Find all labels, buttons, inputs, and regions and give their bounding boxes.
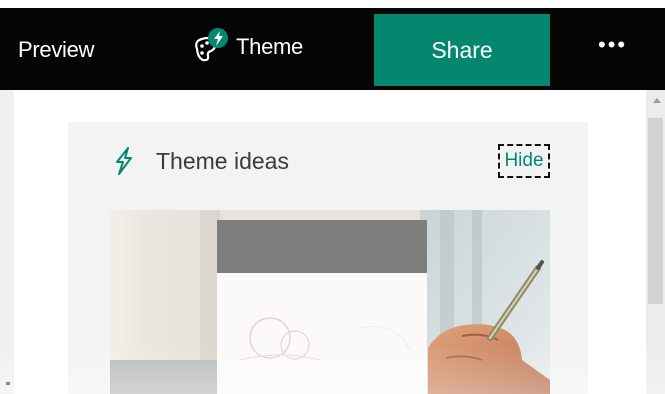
palette-icon	[192, 27, 230, 67]
lightning-bolt-icon	[112, 146, 136, 181]
scrollbar-thumb[interactable]	[648, 118, 663, 304]
hide-theme-ideas-link[interactable]: Hide	[498, 144, 550, 178]
theme-idea-thumbnail[interactable]	[110, 210, 550, 394]
top-toolbar	[0, 8, 665, 90]
preview-button[interactable]: Preview	[18, 37, 94, 63]
share-button[interactable]: Share	[374, 14, 550, 86]
theme-button-label: Theme	[236, 34, 303, 59]
share-button-label: Share	[431, 36, 493, 63]
scroll-up-arrow-icon[interactable]	[653, 98, 661, 103]
edge-mark	[6, 382, 10, 385]
left-edge-strip	[0, 90, 14, 394]
theme-ideas-title: Theme ideas	[156, 148, 289, 174]
window-top-edge	[0, 0, 665, 8]
hide-link-label: Hide	[504, 150, 544, 171]
more-options-button[interactable]: •••	[598, 32, 627, 58]
theme-button[interactable]: Theme	[192, 24, 303, 70]
